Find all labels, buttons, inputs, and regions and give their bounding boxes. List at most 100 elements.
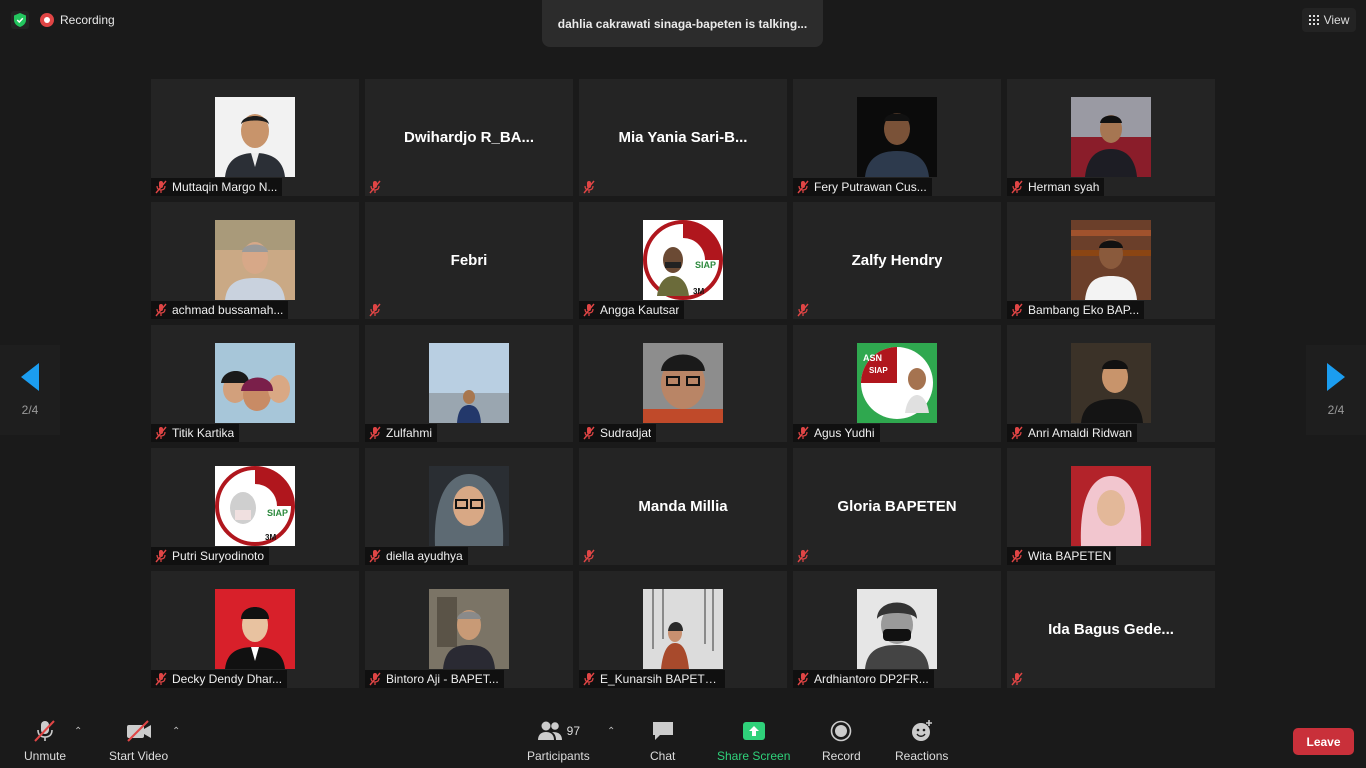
svg-text:SIAP: SIAP <box>695 260 716 270</box>
participant-tile[interactable]: SIAP 3M Putri Suryodinoto <box>151 448 359 565</box>
security-shield-icon[interactable] <box>11 11 29 29</box>
participant-tile[interactable]: Herman syah <box>1007 79 1215 196</box>
microphone-muted-icon <box>155 426 167 440</box>
participant-tile[interactable]: diella ayudhya <box>365 448 573 565</box>
participant-name-large-text: Ida Bagus Gede... <box>1048 621 1174 638</box>
participant-tile[interactable]: Zulfahmi <box>365 325 573 442</box>
participant-name: E_Kunarsih BAPETEN <box>600 672 720 686</box>
participant-tile[interactable]: E_Kunarsih BAPETEN <box>579 571 787 688</box>
participant-label: Fery Putrawan Cus... <box>793 178 932 196</box>
participant-tile[interactable]: Muttaqin Margo N... <box>151 79 359 196</box>
participant-name-large-text: Dwihardjo R_BA... <box>403 129 534 146</box>
svg-text:SIAP: SIAP <box>869 366 888 375</box>
participant-tile[interactable]: Wita BAPETEN <box>1007 448 1215 565</box>
participant-video <box>429 589 509 669</box>
participant-name: Ardhiantoro DP2FR... <box>814 672 929 686</box>
microphone-muted-icon <box>797 303 809 317</box>
participant-label: Agus Yudhi <box>793 424 880 442</box>
participant-video: ASN SIAP <box>857 343 937 423</box>
start-video-button[interactable]: Start Video <box>109 718 168 763</box>
active-speaker-banner: dahlia cakrawati sinaga-bapeten is talki… <box>542 0 823 47</box>
participant-tile[interactable]: Anri Amaldi Ridwan <box>1007 325 1215 442</box>
share-screen-button[interactable]: Share Screen <box>717 718 790 763</box>
leave-button[interactable]: Leave <box>1293 728 1354 755</box>
participant-tile[interactable]: Dwihardjo R_BA... <box>365 79 573 196</box>
participant-label: Ardhiantoro DP2FR... <box>793 670 934 688</box>
participant-name: Agus Yudhi <box>814 426 875 440</box>
participant-label <box>1007 670 1029 688</box>
microphone-muted-icon <box>1011 180 1023 194</box>
microphone-muted-icon <box>32 718 58 744</box>
participant-tile[interactable]: Sudradjat <box>579 325 787 442</box>
participant-video <box>215 97 295 177</box>
page-indicator-right: 2/4 <box>1327 403 1345 417</box>
microphone-muted-icon <box>369 426 381 440</box>
view-button[interactable]: View <box>1302 8 1356 32</box>
participants-options-caret-icon[interactable]: ⌃ <box>607 726 617 737</box>
participant-name-large-text: Mia Yania Sari-B... <box>618 129 748 146</box>
unmute-label: Unmute <box>24 749 67 763</box>
reactions-button[interactable]: Reactions <box>895 718 948 763</box>
participant-tile[interactable]: Febri <box>365 202 573 319</box>
participant-label: Bambang Eko BAP... <box>1007 301 1145 319</box>
microphone-muted-icon <box>1011 426 1023 440</box>
participants-button[interactable]: 97 Participants <box>527 718 590 763</box>
participant-video <box>215 589 295 669</box>
participant-name: Zulfahmi <box>386 426 433 440</box>
participant-tile[interactable]: Ardhiantoro DP2FR... <box>793 571 1001 688</box>
participant-tile[interactable]: Bintoro Aji - BAPET... <box>365 571 573 688</box>
participant-name: Putri Suryodinoto <box>172 549 265 563</box>
participants-label: Participants <box>527 749 590 763</box>
microphone-muted-icon <box>797 426 809 440</box>
record-button[interactable]: Record <box>822 718 861 763</box>
unmute-button[interactable]: Unmute <box>24 718 66 763</box>
microphone-muted-icon <box>797 672 809 686</box>
share-screen-label: Share Screen <box>717 749 791 763</box>
share-screen-icon <box>742 718 766 744</box>
chat-button[interactable]: Chat <box>650 718 675 763</box>
participant-tile[interactable]: Fery Putrawan Cus... <box>793 79 1001 196</box>
participant-tile[interactable]: ASN SIAP Agus Yudhi <box>793 325 1001 442</box>
participant-tile[interactable]: SIAP 3M Angga Kautsar <box>579 202 787 319</box>
participant-label: Muttaqin Margo N... <box>151 178 283 196</box>
next-page-button[interactable]: 2/4 <box>1306 345 1366 435</box>
participant-label <box>579 547 601 565</box>
participant-video <box>215 343 295 423</box>
participant-name-large: Ida Bagus Gede... <box>1007 571 1215 688</box>
svg-text:3M: 3M <box>693 287 704 296</box>
participant-label <box>365 301 387 319</box>
participant-video <box>643 589 723 669</box>
participant-label: Decky Dendy Dhar... <box>151 670 288 688</box>
participant-tile[interactable]: Ida Bagus Gede... <box>1007 571 1215 688</box>
video-options-caret-icon[interactable]: ⌃ <box>172 726 182 737</box>
participant-label: Sudradjat <box>579 424 657 442</box>
participant-tile[interactable]: achmad bussamah... <box>151 202 359 319</box>
recording-indicator[interactable]: Recording <box>40 10 115 30</box>
microphone-muted-icon <box>1011 549 1023 563</box>
participant-video <box>1071 343 1151 423</box>
participant-name: Sudradjat <box>600 426 652 440</box>
participant-tile[interactable]: Zalfy Hendry <box>793 202 1001 319</box>
participant-name: Fery Putrawan Cus... <box>814 180 927 194</box>
participant-label: Wita BAPETEN <box>1007 547 1117 565</box>
participant-name: Wita BAPETEN <box>1028 549 1112 563</box>
record-label: Record <box>822 749 861 763</box>
participant-tile[interactable]: Gloria BAPETEN <box>793 448 1001 565</box>
participant-video: SIAP 3M <box>215 466 295 546</box>
microphone-muted-icon <box>369 303 381 317</box>
participant-video <box>1071 220 1151 300</box>
participant-tile[interactable]: Titik Kartika <box>151 325 359 442</box>
participant-video <box>429 343 509 423</box>
participant-tile[interactable]: Manda Millia <box>579 448 787 565</box>
grid-view-icon <box>1308 15 1319 25</box>
participant-name-large-text: Gloria BAPETEN <box>837 498 957 515</box>
participant-tile[interactable]: Mia Yania Sari-B... <box>579 79 787 196</box>
participant-tile[interactable]: Bambang Eko BAP... <box>1007 202 1215 319</box>
participant-label <box>793 301 815 319</box>
audio-options-caret-icon[interactable]: ⌃ <box>74 726 84 737</box>
participant-video: SIAP 3M <box>643 220 723 300</box>
participant-name-large: Mia Yania Sari-B... <box>579 79 787 196</box>
microphone-muted-icon <box>583 672 595 686</box>
participant-tile[interactable]: Decky Dendy Dhar... <box>151 571 359 688</box>
previous-page-button[interactable]: 2/4 <box>0 345 60 435</box>
